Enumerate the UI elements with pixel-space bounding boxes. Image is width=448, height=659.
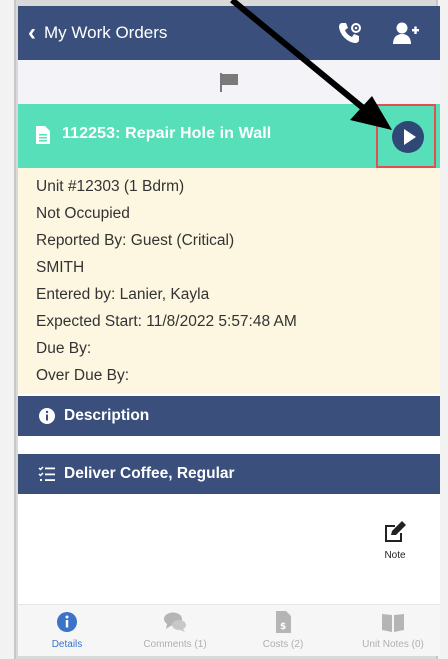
edit-icon	[385, 521, 406, 542]
work-order-details: Unit #12303 (1 Bdrm) Not Occupied Report…	[18, 168, 440, 394]
app-screen: ‹ My Work Orders 112253: Repair Hole in	[18, 6, 440, 656]
info-icon	[57, 612, 77, 632]
tab-label: Details	[51, 639, 83, 650]
due-by-line: Due By:	[36, 340, 92, 357]
tab-unit-notes[interactable]: Unit Notes (0)	[348, 609, 438, 655]
occupancy-line: Not Occupied	[36, 205, 130, 222]
tab-label: Costs (2)	[262, 639, 304, 650]
add-user-icon[interactable]	[392, 20, 420, 46]
over-due-by-line: Over Due By:	[36, 367, 130, 384]
top-bar: ‹ My Work Orders	[18, 6, 440, 60]
start-work-order-button[interactable]	[376, 104, 436, 168]
bottom-tab-bar: Details Comments (1) $ Costs (2) Unit No…	[18, 604, 440, 656]
chevron-left-icon: ‹	[28, 19, 36, 46]
tab-label: Unit Notes (0)	[362, 639, 424, 650]
info-icon	[39, 408, 55, 424]
back-button[interactable]: ‹ My Work Orders	[28, 20, 167, 46]
work-order-title: 112253: Repair Hole in Wall	[62, 125, 272, 142]
flag-band	[18, 60, 440, 104]
back-label: My Work Orders	[44, 23, 168, 42]
tab-comments[interactable]: Comments (1)	[130, 609, 220, 655]
book-icon	[382, 614, 404, 632]
svg-text:$: $	[280, 622, 286, 632]
comments-icon	[164, 612, 186, 632]
entered-by-line: Entered by: Lanier, Kayla	[36, 286, 210, 303]
play-icon	[392, 121, 424, 153]
task-label: Deliver Coffee, Regular	[64, 465, 235, 482]
description-section[interactable]: Description	[18, 396, 440, 436]
unit-line: Unit #12303 (1 Bdrm)	[36, 178, 185, 195]
work-order-banner: 112253: Repair Hole in Wall	[18, 104, 440, 168]
invoice-icon: $	[276, 611, 291, 633]
section-gap	[18, 436, 440, 454]
phone-settings-icon[interactable]	[336, 20, 364, 46]
reported-by-line: Reported By: Guest (Critical)	[36, 232, 235, 249]
note-button[interactable]: Note	[380, 521, 410, 567]
tab-details[interactable]: Details	[22, 609, 112, 655]
tab-label: Comments (1)	[143, 639, 207, 650]
tab-costs[interactable]: $ Costs (2)	[238, 609, 328, 655]
description-label: Description	[64, 407, 150, 424]
expected-start-line: Expected Start: 11/8/2022 5:57:48 AM	[36, 313, 297, 330]
checklist-icon	[38, 466, 55, 481]
document-icon	[36, 126, 50, 144]
flag-icon[interactable]	[218, 72, 240, 92]
task-section[interactable]: Deliver Coffee, Regular	[18, 454, 440, 494]
reporter-name-line: SMITH	[36, 259, 85, 276]
note-label: Note	[384, 550, 406, 561]
